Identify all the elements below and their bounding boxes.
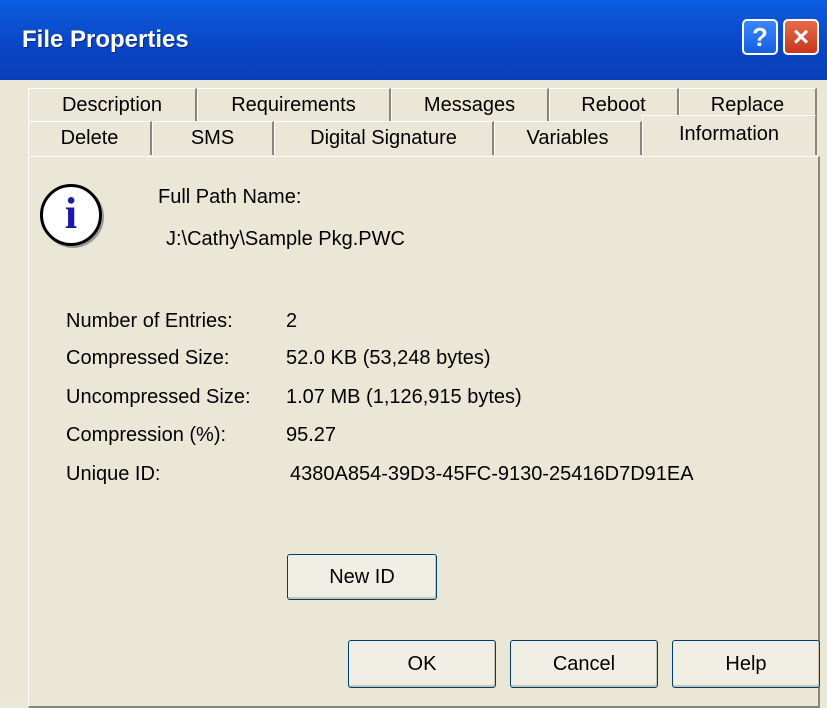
unique-id-label: Unique ID: bbox=[66, 463, 161, 485]
ok-button[interactable]: OK bbox=[348, 640, 496, 688]
help-icon[interactable]: ? bbox=[742, 19, 778, 55]
info-icon: i bbox=[40, 184, 102, 246]
tab-messages[interactable]: Messages bbox=[391, 88, 549, 122]
entries-label: Number of Entries: bbox=[66, 310, 233, 332]
tab-sms[interactable]: SMS bbox=[152, 121, 274, 155]
cancel-button[interactable]: Cancel bbox=[510, 640, 658, 688]
close-icon[interactable]: × bbox=[783, 19, 819, 55]
new-id-button[interactable]: New ID bbox=[287, 554, 437, 600]
unique-id-value: 4380A854-39D3-45FC-9130-25416D7D91EA bbox=[290, 463, 694, 485]
dialog-body: Description Requirements Messages Reboot… bbox=[0, 80, 827, 708]
compressed-size-value: 52.0 KB (53,248 bytes) bbox=[286, 347, 491, 369]
tab-variables[interactable]: Variables bbox=[494, 121, 642, 155]
full-path-value: J:\Cathy\Sample Pkg.PWC bbox=[166, 228, 405, 250]
window-title: File Properties bbox=[22, 26, 189, 53]
tab-requirements[interactable]: Requirements bbox=[197, 88, 391, 122]
compression-value: 95.27 bbox=[286, 424, 337, 446]
entries-value: 2 bbox=[286, 310, 298, 332]
tab-row-2: Delete SMS Digital Signature Variables I… bbox=[28, 115, 817, 155]
uncompressed-size-label: Uncompressed Size: bbox=[66, 386, 251, 408]
uncompressed-size-value: 1.07 MB (1,126,915 bytes) bbox=[286, 386, 522, 408]
tab-delete[interactable]: Delete bbox=[28, 121, 152, 155]
tab-digital-signature[interactable]: Digital Signature bbox=[274, 121, 494, 155]
tab-information[interactable]: Information bbox=[642, 115, 817, 155]
help-button[interactable]: Help bbox=[672, 640, 820, 688]
tab-description[interactable]: Description bbox=[28, 88, 197, 122]
compressed-size-label: Compressed Size: bbox=[66, 347, 230, 369]
title-bar: File Properties ? × bbox=[0, 0, 827, 81]
compression-label: Compression (%): bbox=[66, 424, 227, 446]
full-path-label: Full Path Name: bbox=[158, 186, 302, 208]
